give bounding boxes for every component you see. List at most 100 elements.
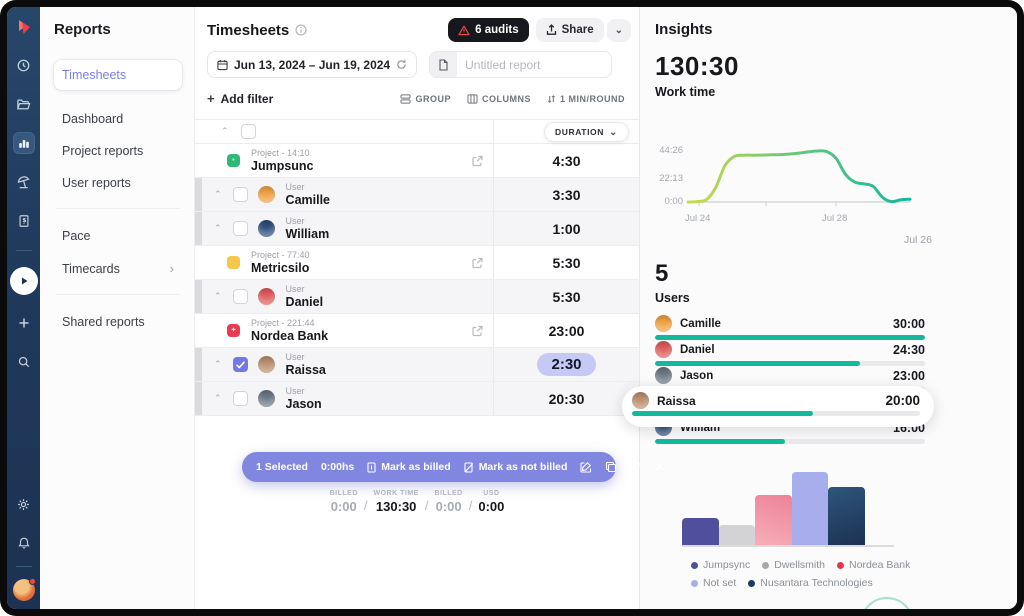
collapse-caret-icon[interactable]: ⌃ (214, 394, 222, 403)
drag-handle[interactable] (195, 348, 202, 381)
project-bar[interactable] (719, 525, 756, 545)
drag-handle[interactable] (195, 178, 202, 211)
table-row[interactable]: ⌃ User Raissa 2:30 (195, 348, 639, 382)
collapse-all-caret-icon[interactable]: ⌃ (221, 127, 229, 136)
duplicate-icon[interactable] (605, 461, 617, 473)
user-name: Camille (680, 318, 721, 330)
sidebar-divider (56, 208, 180, 209)
row-meta: User (286, 182, 330, 192)
rounding-button[interactable]: 1 MIN/ROUND (547, 94, 625, 104)
projects-folder-icon[interactable] (13, 93, 35, 115)
profile-avatar[interactable] (13, 579, 35, 601)
row-checkbox[interactable] (233, 357, 248, 372)
table-row[interactable]: ⌃ User William 1:00 (195, 212, 639, 246)
legend-dot (837, 562, 844, 569)
table-row[interactable]: Project - 77:40 Metricsilo 5:30 (195, 246, 639, 280)
drag-handle[interactable] (195, 212, 202, 245)
drag-handle[interactable] (195, 382, 202, 415)
avatar (258, 220, 275, 237)
row-checkbox[interactable] (233, 289, 248, 304)
row-checkbox[interactable] (233, 221, 248, 236)
columns-button[interactable]: COLUMNS (467, 94, 531, 104)
row-checkbox[interactable] (233, 391, 248, 406)
date-range-picker[interactable]: Jun 13, 2024 – Jun 19, 2024 (207, 51, 417, 78)
sidebar-item[interactable]: User reports (54, 168, 182, 198)
time-off-umbrella-icon[interactable] (13, 171, 35, 193)
plus-icon: + (207, 91, 215, 106)
legend-dot (691, 562, 698, 569)
selected-hours: 0:00hs (321, 461, 354, 473)
users-count: 5 (655, 260, 1017, 288)
legend-dot (748, 580, 755, 587)
clock-icon[interactable] (13, 54, 35, 76)
row-meta: Project - 14:10 (251, 148, 314, 158)
drag-handle[interactable] (195, 280, 202, 313)
audits-button[interactable]: 6 audits (448, 18, 528, 42)
avatar (258, 288, 275, 305)
main-panel: Timesheets 6 audits Share ⌄ Jun 13, 2024… (195, 7, 639, 609)
sidebar-item[interactable]: Timesheets (54, 60, 182, 90)
table-row[interactable]: ⌃ User Jason 20:30 (195, 382, 639, 416)
sidebar-item[interactable]: Timecards › (54, 253, 182, 284)
table-row[interactable]: ⌃ User Daniel 5:30 (195, 280, 639, 314)
delete-trash-icon[interactable] (630, 461, 641, 473)
notifications-bell-icon[interactable] (13, 532, 35, 554)
projects-bar-chart[interactable] (682, 467, 894, 547)
project-badge-mark: ✦ (231, 327, 237, 334)
row-meta: User (286, 216, 330, 226)
project-bar[interactable] (792, 472, 829, 545)
add-filter-button[interactable]: + Add filter (207, 91, 273, 106)
sidebar-nav-2: Pace Timecards › (54, 221, 182, 284)
user-bar-row[interactable]: Camille 30:00 (655, 315, 925, 341)
project-bar[interactable] (755, 495, 792, 545)
avatar (258, 356, 275, 373)
edit-icon[interactable] (580, 461, 592, 473)
external-link-icon[interactable] (472, 325, 483, 336)
select-all-checkbox[interactable] (241, 124, 256, 139)
invoice-document-icon[interactable] (13, 210, 35, 232)
work-time-line-chart[interactable]: 44:26 22:13 0:00 (655, 115, 915, 211)
users-label: Users (655, 291, 1017, 305)
table-header-row: ⌃ DURATION ⌄ (195, 120, 639, 144)
add-plus-icon[interactable] (13, 312, 35, 334)
collapse-caret-icon[interactable]: ⌃ (214, 224, 222, 233)
user-hours: 30:00 (893, 317, 925, 331)
highlighted-user-callout[interactable]: Raissa 20:00 (622, 386, 934, 427)
report-name-input[interactable] (457, 58, 612, 72)
sidebar-item[interactable]: Project reports (54, 136, 182, 166)
mark-billed-button[interactable]: Mark as billed (367, 461, 450, 473)
table-row[interactable]: • Project - 14:10 Jumpsunc 4:30 (195, 144, 639, 178)
info-icon[interactable] (295, 24, 307, 36)
close-icon[interactable]: ✕ (654, 460, 664, 474)
user-bar-row[interactable]: Daniel 24:30 (655, 341, 925, 367)
settings-gear-icon[interactable] (13, 493, 35, 515)
collapse-caret-icon[interactable]: ⌃ (214, 190, 222, 199)
external-link-icon[interactable] (472, 257, 483, 268)
duration-sort-button[interactable]: DURATION ⌄ (544, 122, 629, 142)
sidebar-nav: Timesheets Dashboard Project reports Use… (54, 60, 182, 198)
share-icon (546, 24, 557, 36)
share-button[interactable]: Share (536, 18, 604, 42)
timer-play-button[interactable] (10, 267, 38, 295)
legend-dot (691, 580, 698, 587)
collapse-caret-icon[interactable]: ⌃ (214, 360, 222, 369)
sidebar-item[interactable]: Dashboard (54, 104, 182, 134)
sidebar-item[interactable]: Shared reports (54, 307, 182, 337)
sidebar-item-label: Project reports (62, 144, 143, 158)
table-row[interactable]: ⌃ User Camille 3:30 (195, 178, 639, 212)
project-bar[interactable] (828, 487, 865, 545)
external-link-icon[interactable] (472, 155, 483, 166)
project-bar[interactable] (682, 518, 719, 545)
row-checkbox[interactable] (233, 187, 248, 202)
group-button[interactable]: GROUP (400, 94, 451, 104)
search-icon[interactable] (13, 351, 35, 373)
row-meta: User (286, 284, 324, 294)
row-name: Jumpsunc (251, 159, 314, 173)
app-logo-icon[interactable] (14, 17, 34, 37)
collapse-caret-icon[interactable]: ⌃ (214, 292, 222, 301)
reports-chart-icon[interactable] (13, 132, 35, 154)
mark-not-billed-button[interactable]: Mark as not billed (464, 461, 568, 473)
share-menu-button[interactable]: ⌄ (607, 19, 631, 42)
sidebar-item[interactable]: Pace (54, 221, 182, 251)
table-row[interactable]: ✦ Project - 221:44 Nordea Bank 23:00 (195, 314, 639, 348)
